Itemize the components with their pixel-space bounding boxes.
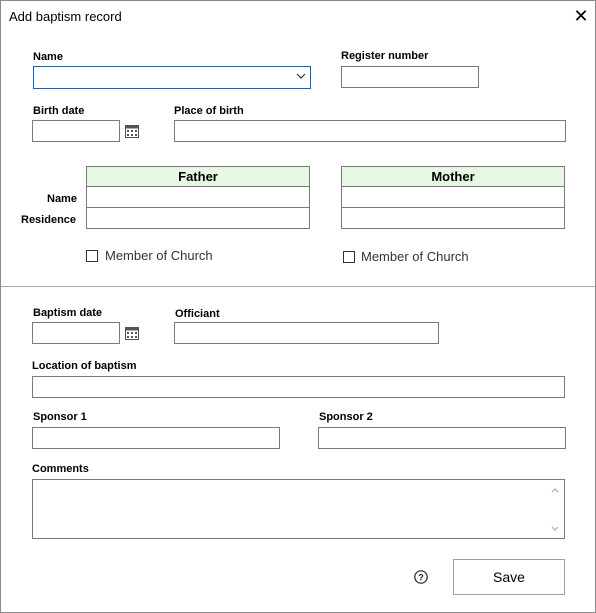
parent-name-row-label: Name xyxy=(47,193,77,205)
sponsor1-field[interactable] xyxy=(32,427,280,449)
baptism-date-field[interactable] xyxy=(32,322,120,344)
dialog-window: Add baptism record ✕ Name Register numbe… xyxy=(0,0,596,613)
mother-member-checkbox[interactable] xyxy=(343,251,355,263)
birth-date-field[interactable] xyxy=(32,120,120,142)
scroll-down-icon[interactable] xyxy=(551,526,559,532)
register-number-field[interactable] xyxy=(341,66,479,88)
title-bar: Add baptism record ✕ xyxy=(1,1,595,31)
father-header: Father xyxy=(86,166,310,187)
birth-date-label: Birth date xyxy=(33,105,85,117)
chevron-down-icon[interactable] xyxy=(296,70,306,82)
save-button[interactable]: Save xyxy=(453,559,565,595)
name-label: Name xyxy=(33,51,63,63)
svg-text:?: ? xyxy=(418,573,424,583)
father-residence-field[interactable] xyxy=(86,208,310,229)
scroll-up-icon[interactable] xyxy=(551,487,559,493)
parent-residence-row-label: Residence xyxy=(21,214,77,226)
father-member-label[interactable]: Member of Church xyxy=(105,248,213,263)
sponsor1-label: Sponsor 1 xyxy=(33,411,87,423)
sponsor2-label: Sponsor 2 xyxy=(319,411,373,423)
place-of-birth-label: Place of birth xyxy=(174,105,244,117)
register-number-label: Register number xyxy=(341,50,429,62)
calendar-icon[interactable] xyxy=(125,124,139,138)
close-icon[interactable]: ✕ xyxy=(571,6,591,26)
officiant-label: Officiant xyxy=(175,308,220,320)
location-label: Location of baptism xyxy=(32,360,137,372)
name-combobox[interactable] xyxy=(33,66,311,89)
window-title: Add baptism record xyxy=(9,9,122,24)
mother-member-label[interactable]: Member of Church xyxy=(361,249,469,264)
mother-residence-field[interactable] xyxy=(341,208,565,229)
baptism-date-label: Baptism date xyxy=(33,307,103,319)
place-of-birth-field[interactable] xyxy=(174,120,566,142)
mother-table: Mother xyxy=(341,166,565,229)
father-name-field[interactable] xyxy=(86,187,310,208)
sponsor2-field[interactable] xyxy=(318,427,566,449)
location-field[interactable] xyxy=(32,376,565,398)
father-table: Father xyxy=(86,166,310,229)
comments-textarea[interactable] xyxy=(32,479,565,539)
mother-name-field[interactable] xyxy=(341,187,565,208)
officiant-field[interactable] xyxy=(174,322,439,344)
section-divider xyxy=(1,286,595,287)
comments-label: Comments xyxy=(32,463,89,475)
mother-header: Mother xyxy=(341,166,565,187)
calendar-icon[interactable] xyxy=(125,326,139,340)
father-member-checkbox[interactable] xyxy=(86,250,98,262)
help-icon[interactable]: ? xyxy=(414,570,428,584)
